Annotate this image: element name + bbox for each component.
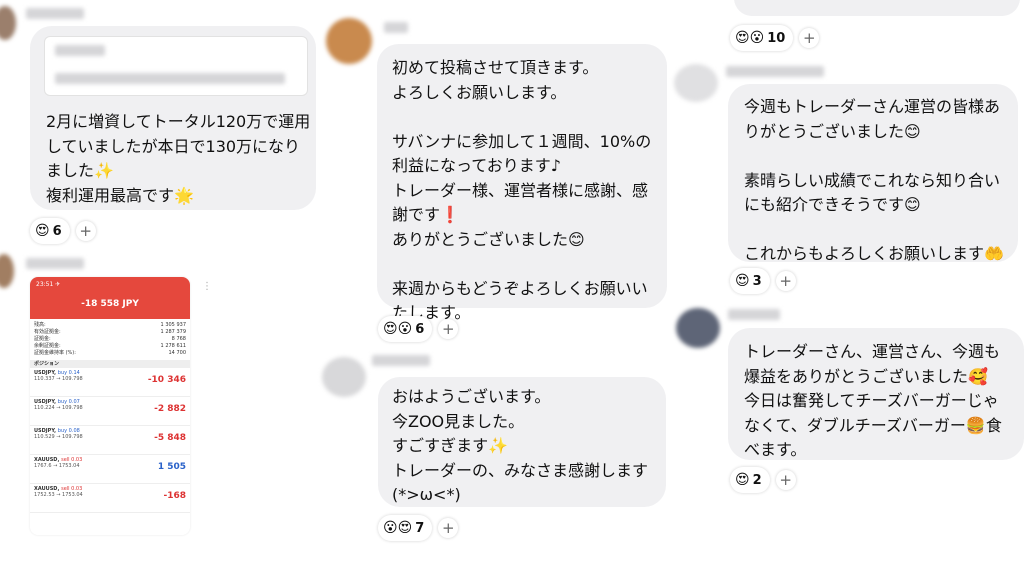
add-reaction-button[interactable]: + <box>75 221 96 241</box>
heart-eyes-surprised-emoji-icon: 😍😮 <box>735 30 765 46</box>
reaction-count: 6 <box>52 223 62 239</box>
position-profit-loss: 1 505 <box>157 462 186 472</box>
position-row[interactable]: XAUUSD, sell 0.03 1767.6 → 1753.04 1 505 <box>30 455 190 484</box>
heart-eyes-emoji-icon: 😍 <box>735 273 750 289</box>
author-name-blurred[interactable] <box>372 355 430 366</box>
message-bubble-partial <box>734 0 1020 16</box>
add-reaction-button[interactable]: + <box>775 470 796 490</box>
author-name-blurred[interactable] <box>384 22 408 33</box>
position-profit-loss: -2 882 <box>154 404 186 414</box>
summary-value: 1 287 379 <box>160 329 186 335</box>
summary-value: 1 305 937 <box>160 322 186 328</box>
summary-value: 8 768 <box>171 336 186 342</box>
app-header: 23:51 ✈ -18 558 JPY <box>30 277 190 319</box>
summary-row: 有効証拠金: 1 287 379 <box>30 329 190 336</box>
author-name-blurred[interactable] <box>726 66 824 77</box>
summary-label: 残高: <box>34 322 46 328</box>
account-summary: 残高: 1 305 937 有効証拠金: 1 287 379 証拠金: 8 768 余剰証拠… <box>30 319 190 357</box>
positions-header: ポジション <box>30 360 190 368</box>
reaction-count: 3 <box>752 273 762 289</box>
reaction-pill[interactable]: 😍 2 <box>730 467 770 493</box>
heart-eyes-emoji-icon: 😍 <box>735 472 750 488</box>
summary-value: 14 700 <box>168 350 187 356</box>
avatar[interactable] <box>0 254 14 288</box>
position-row[interactable]: XAUUSD, sell 0.03 1752.53 → 1753.04 -168 <box>30 484 190 513</box>
summary-row: 証拠金: 8 768 <box>30 336 190 343</box>
reaction-pill[interactable]: 😍😮 6 <box>378 316 433 342</box>
quoted-message-blurred[interactable] <box>44 36 308 96</box>
reaction-count: 7 <box>415 520 425 536</box>
position-row[interactable]: USDJPY, buy 0.14 110.337 → 109.798 -10 346 <box>30 368 190 397</box>
summary-label: 証拠金維持率 (%): <box>34 350 76 356</box>
avatar[interactable] <box>0 6 16 40</box>
reaction-pill[interactable]: 😍😮 10 <box>730 25 794 51</box>
heart-eyes-emoji-icon: 😍 <box>35 223 50 239</box>
message-text: トレーダーさん、運営さん、今週も 爆益をありがとうございました🥰 今日は奮発して… <box>744 342 1002 459</box>
reaction-pill[interactable]: 😍 6 <box>30 218 70 244</box>
add-reaction-button[interactable]: + <box>799 28 820 48</box>
avatar[interactable] <box>322 357 366 397</box>
more-options-icon[interactable]: ⋮ <box>202 282 212 292</box>
message-text: 今週もトレーダーさん運営の皆様あ りがとうございました😊 素晴らしい成績でこれな… <box>744 97 1004 263</box>
avatar[interactable] <box>676 308 720 348</box>
message-text: おはようございます。 今ZOO見ました。 すごすぎます✨ トレーダーの、みなさま… <box>392 387 649 504</box>
heart-eyes-surprised-emoji-icon: 😍😮 <box>383 321 413 337</box>
status-time: 23:51 ✈ <box>36 281 61 288</box>
summary-row: 余剰証拠金: 1 278 611 <box>30 343 190 350</box>
message-text: 初めて投稿させて頂きます。 よろしくお願いします。 サバンナに参加して１週間、1… <box>392 58 652 322</box>
reaction-pill[interactable]: 😮😍 7 <box>378 515 433 541</box>
summary-label: 証拠金: <box>34 336 51 342</box>
summary-row: 残高: 1 305 937 <box>30 322 190 329</box>
surprised-heart-eyes-emoji-icon: 😮😍 <box>383 520 413 536</box>
reaction-bar: 😍 3 + <box>730 268 796 294</box>
position-profit-loss: -168 <box>163 491 186 501</box>
position-profit-loss: -5 848 <box>154 433 186 443</box>
summary-label: 有効証拠金: <box>34 329 61 335</box>
positions-list: USDJPY, buy 0.14 110.337 → 109.798 -10 346… <box>30 368 190 513</box>
author-name-blurred[interactable] <box>26 8 84 19</box>
author-name-blurred[interactable] <box>26 258 84 269</box>
position-row[interactable]: USDJPY, buy 0.07 110.224 → 109.798 -2 882 <box>30 397 190 426</box>
avatar[interactable] <box>326 18 372 64</box>
reaction-pill[interactable]: 😍 3 <box>730 268 770 294</box>
author-name-blurred[interactable] <box>728 309 780 320</box>
summary-value: 1 278 611 <box>160 343 186 349</box>
reaction-count: 2 <box>752 472 762 488</box>
reaction-count: 10 <box>767 30 786 46</box>
add-reaction-button[interactable]: + <box>775 271 796 291</box>
position-profit-loss: -10 346 <box>147 375 186 385</box>
reaction-bar: 😍😮 10 + <box>730 25 820 51</box>
message-text: 2月に増資してトータル120万で運用 していましたが本日で130万になり ました… <box>46 112 311 205</box>
reaction-count: 6 <box>415 321 425 337</box>
position-row[interactable]: USDJPY, buy 0.08 110.529 → 109.798 -5 848 <box>30 426 190 455</box>
total-profit-loss: -18 558 JPY <box>81 299 139 309</box>
reaction-bar: 😍 6 + <box>30 218 96 244</box>
add-reaction-button[interactable]: + <box>438 319 459 339</box>
avatar[interactable] <box>674 64 718 102</box>
reaction-bar: 😮😍 7 + <box>378 515 459 541</box>
add-reaction-button[interactable]: + <box>438 518 459 538</box>
summary-row: 証拠金維持率 (%): 14 700 <box>30 350 190 357</box>
trading-app-screenshot[interactable]: 23:51 ✈ -18 558 JPY 残高: 1 305 937 有効証拠金: 1 … <box>30 277 190 535</box>
reaction-bar: 😍 2 + <box>730 467 796 493</box>
summary-label: 余剰証拠金: <box>34 343 61 349</box>
reaction-bar: 😍😮 6 + <box>378 316 459 342</box>
